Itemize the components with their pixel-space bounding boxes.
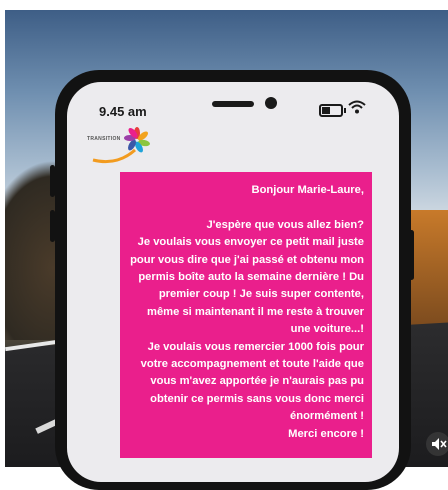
phone-screen: 9.45 am TRANSITION Bonjour Marie-Laure, …	[67, 82, 399, 482]
message-line: Je voulais vous envoyer ce petit mail ju…	[130, 236, 364, 336]
transition-logo: TRANSITION	[87, 126, 157, 166]
phone-volume-button	[50, 165, 55, 197]
message-greeting: Bonjour Marie-Laure,	[251, 184, 364, 196]
phone-volume-button	[50, 210, 55, 242]
phone-power-button	[409, 230, 414, 280]
message-line: J'espère que vous allez bien?	[206, 218, 364, 231]
wifi-icon	[348, 100, 366, 114]
mute-icon	[432, 438, 447, 450]
logo-flower-icon	[92, 127, 150, 164]
message-line: Je voulais vous remercier 1000 fois pour…	[140, 340, 364, 423]
phone-speaker	[212, 101, 254, 107]
status-time: 9.45 am	[99, 104, 147, 119]
battery-icon	[319, 104, 346, 117]
phone-camera	[265, 97, 277, 109]
message-bubble: Bonjour Marie-Laure, J'espère que vous a…	[120, 172, 372, 458]
message-signoff: Merci encore !	[288, 427, 364, 440]
mute-button[interactable]	[426, 432, 448, 456]
